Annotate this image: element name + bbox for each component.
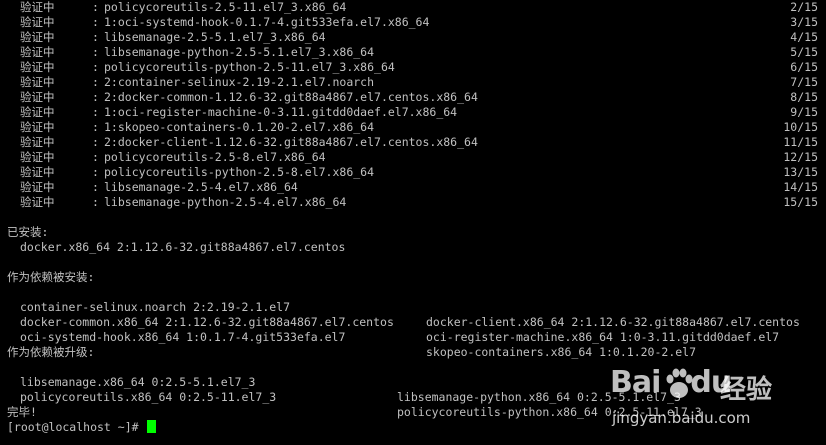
verify-count: 14/15	[783, 180, 818, 194]
verify-colon: :	[92, 75, 99, 89]
verify-line: 验证中: policycoreutils-2.5-8.el7.x86_64 12/1…	[0, 150, 826, 165]
verify-package: policycoreutils-2.5-11.el7_3.x86_64	[104, 0, 347, 14]
verify-count: 2/15	[790, 0, 818, 14]
verify-package: 1:oci-register-machine-0-3.11.gitdd0daef…	[104, 105, 458, 119]
dependency-installed-row: oci-systemd-hook.x86_64 1:0.1.7-4.git533…	[0, 315, 826, 359]
watermark-logo-bai: Bai	[610, 365, 661, 400]
verify-line: 验证中:2:docker-common-1.12.6-32.git88a4867…	[0, 90, 826, 105]
prompt-text: [root@localhost ~]#	[7, 420, 146, 434]
verify-line: 验证中:1:skopeo-containers-0.1.20-2.el7.x86…	[0, 120, 826, 135]
verify-count: 12/15	[783, 150, 818, 164]
verify-label: 验证中	[20, 90, 55, 104]
verify-label: 验证中	[20, 30, 55, 44]
verify-label: 验证中	[20, 105, 55, 119]
verify-package: libsemanage-python-2.5-5.1.el7_3.x86_64	[104, 45, 375, 59]
verify-package: policycoreutils-python-2.5-8.el7.x86_64	[104, 165, 375, 179]
verify-package: libsemanage-2.5-5.1.el7_3.x86_64	[104, 30, 326, 44]
verify-label: 验证中	[20, 60, 55, 74]
verify-label: 验证中	[20, 15, 55, 29]
verify-colon: :	[92, 0, 99, 14]
verify-colon: :	[92, 120, 99, 134]
verify-colon: :	[92, 60, 99, 74]
dependency-installed-row: docker-common.x86_64 2:1.12.6-32.git88a4…	[0, 300, 826, 344]
verify-line: 验证中: libsemanage-python-2.5-4.el7.x86_64 1…	[0, 195, 826, 210]
verify-count: 4/15	[790, 30, 818, 44]
verify-count: 13/15	[783, 165, 818, 179]
verify-label: 验证中	[20, 0, 55, 14]
verify-line: 验证中: libsemanage-2.5-4.el7.x86_64 14/15	[0, 180, 826, 195]
verify-line: 验证中:1:oci-register-machine-0-3.11.gitdd0…	[0, 105, 826, 120]
verify-label: 验证中	[20, 195, 55, 209]
verify-colon: :	[92, 45, 99, 59]
watermark-url: jingyan.baidu.com	[612, 409, 751, 427]
verify-package: 2:container-selinux-2.19-2.1.el7.noarch	[104, 75, 375, 89]
verify-count: 7/15	[790, 75, 818, 89]
verify-count: 10/15	[783, 120, 818, 134]
verify-colon: :	[92, 180, 99, 194]
dependency-upgraded-heading: 作为依赖被升级:	[7, 345, 95, 359]
verify-colon: :	[92, 165, 99, 179]
verify-count: 11/15	[783, 135, 818, 149]
verify-package: 1:skopeo-containers-0.1.20-2.el7.x86_64	[104, 120, 375, 134]
verify-colon: :	[92, 105, 99, 119]
verify-colon: :	[92, 135, 99, 149]
verify-label: 验证中	[20, 120, 55, 134]
verify-count: 3/15	[790, 15, 818, 29]
verify-line: 验证中:2:container-selinux-2.19-2.1.el7.noa…	[0, 75, 826, 90]
verify-label: 验证中	[20, 75, 55, 89]
terminal-window[interactable]: 验证中: policycoreutils-2.5-11.el7_3.x86_64 2…	[0, 0, 826, 445]
verify-line: 验证中: policycoreutils-python-2.5-8.el7.x86…	[0, 165, 826, 180]
verify-package: libsemanage-python-2.5-4.el7.x86_64	[104, 195, 347, 209]
verify-line: 验证中:2:docker-client-1.12.6-32.git88a4867…	[0, 135, 826, 150]
paw-logo-icon	[666, 368, 693, 398]
verify-line: 验证中: policycoreutils-2.5-11.el7_3.x86_64 2…	[0, 0, 826, 15]
verify-label: 验证中	[20, 180, 55, 194]
verify-package: 2:docker-common-1.12.6-32.git88a4867.el7…	[104, 90, 478, 104]
verify-count: 6/15	[790, 60, 818, 74]
verify-label: 验证中	[20, 150, 55, 164]
verify-line: 验证中: libsemanage-python-2.5-5.1.el7_3.x86…	[0, 45, 826, 60]
verify-colon: :	[92, 90, 99, 104]
verify-package: 1:oci-systemd-hook-0.1.7-4.git533efa.el7…	[104, 15, 430, 29]
verify-colon: :	[92, 30, 99, 44]
verify-package: policycoreutils-python-2.5-11.el7_3.x86_…	[104, 60, 395, 74]
verify-package: policycoreutils-2.5-8.el7.x86_64	[104, 150, 326, 164]
baidu-jingyan-watermark: Bai du 经验 jingyan.baidu.com	[610, 365, 820, 435]
verify-colon: :	[92, 15, 99, 29]
verify-colon: :	[92, 150, 99, 164]
verify-line: 验证中: libsemanage-2.5-5.1.el7_3.x86_64 4/15	[0, 30, 826, 45]
verify-count: 15/15	[783, 195, 818, 209]
verify-package: libsemanage-2.5-4.el7.x86_64	[104, 180, 298, 194]
verify-label: 验证中	[20, 165, 55, 179]
verify-output: 验证中: policycoreutils-2.5-11.el7_3.x86_64 2…	[0, 0, 826, 210]
verify-line: 验证中: policycoreutils-python-2.5-11.el7_3.…	[0, 60, 826, 75]
terminal-cursor[interactable]	[147, 420, 157, 433]
verify-line: 验证中:1:oci-systemd-hook-0.1.7-4.git533efa…	[0, 15, 826, 30]
verify-label: 验证中	[20, 45, 55, 59]
verify-colon: :	[92, 195, 99, 209]
dependency-installed-row: container-selinux.noarch 2:2.19-2.1.el7 …	[0, 285, 826, 329]
verify-label: 验证中	[20, 135, 55, 149]
verify-count: 8/15	[790, 90, 818, 104]
verify-count: 9/15	[790, 105, 818, 119]
dependency-installed-heading: 作为依赖被安装:	[7, 270, 95, 284]
watermark-brand: 经验	[720, 375, 773, 405]
installed-package: docker.x86_64 2:1.12.6-32.git88a4867.el7…	[20, 240, 346, 254]
installed-heading: 已安装:	[7, 225, 49, 239]
verify-package: 2:docker-client-1.12.6-32.git88a4867.el7…	[104, 135, 478, 149]
verify-count: 5/15	[790, 45, 818, 59]
